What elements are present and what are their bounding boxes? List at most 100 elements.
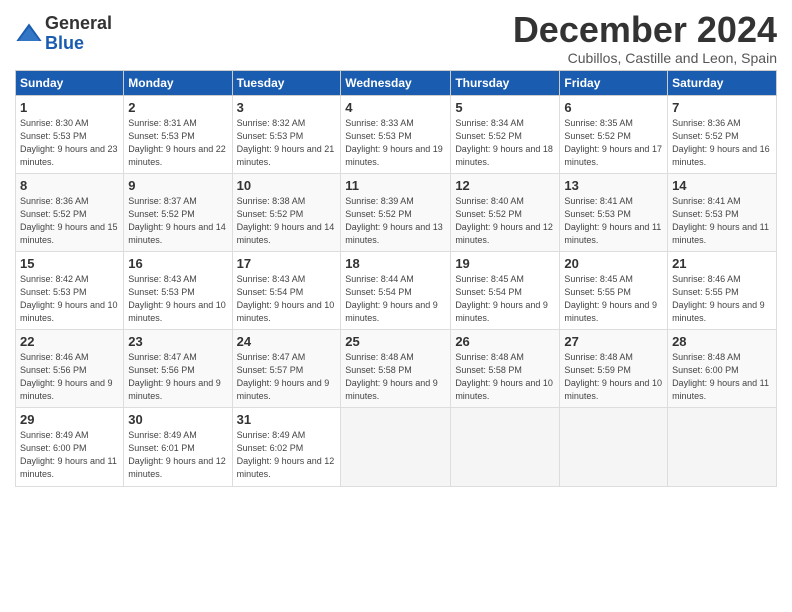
table-row	[341, 408, 451, 486]
table-row: 6 Sunrise: 8:35 AMSunset: 5:52 PMDaylight…	[560, 95, 668, 173]
table-row: 5Sunrise: 8:34 AMSunset: 5:52 PMDaylight…	[451, 95, 560, 173]
day-number: 27	[564, 334, 663, 349]
col-wednesday: Wednesday	[341, 70, 451, 95]
logo-general: General	[45, 14, 112, 34]
calendar-week-2: 15Sunrise: 8:42 AMSunset: 5:53 PMDayligh…	[16, 251, 777, 329]
table-row: 30Sunrise: 8:49 AMSunset: 6:01 PMDayligh…	[124, 408, 232, 486]
day-number: 23	[128, 334, 227, 349]
day-number: 4	[345, 100, 446, 115]
table-row: 21Sunrise: 8:46 AMSunset: 5:55 PMDayligh…	[668, 251, 777, 329]
col-saturday: Saturday	[668, 70, 777, 95]
logo-text: General Blue	[45, 14, 112, 54]
day-info: Sunrise: 8:46 AMSunset: 5:56 PMDaylight:…	[20, 351, 119, 403]
day-number: 21	[672, 256, 772, 271]
day-number: 29	[20, 412, 119, 427]
table-row: 27 Sunrise: 8:48 AMSunset: 5:59 PMDayligh…	[560, 330, 668, 408]
table-row: 8Sunrise: 8:36 AMSunset: 5:52 PMDaylight…	[16, 173, 124, 251]
day-info: Sunrise: 8:40 AMSunset: 5:52 PMDaylight:…	[455, 195, 555, 247]
day-number: 14	[672, 178, 772, 193]
day-info: Sunrise: 8:39 AMSunset: 5:52 PMDaylight:…	[345, 195, 446, 247]
day-number: 17	[237, 256, 337, 271]
table-row: 23 Sunrise: 8:47 AMSunset: 5:56 PMDayligh…	[124, 330, 232, 408]
day-number: 16	[128, 256, 227, 271]
day-number: 30	[128, 412, 227, 427]
table-row	[451, 408, 560, 486]
title-block: December 2024 Cubillos, Castille and Leo…	[513, 10, 777, 66]
table-row: 12 Sunrise: 8:40 AMSunset: 5:52 PMDayligh…	[451, 173, 560, 251]
col-tuesday: Tuesday	[232, 70, 341, 95]
day-info: Sunrise: 8:47 AMSunset: 5:57 PMDaylight:…	[237, 351, 337, 403]
day-info: Sunrise: 8:48 AMSunset: 5:58 PMDaylight:…	[455, 351, 555, 403]
day-number: 12	[455, 178, 555, 193]
day-number: 19	[455, 256, 555, 271]
table-row: 2Sunrise: 8:31 AMSunset: 5:53 PMDaylight…	[124, 95, 232, 173]
day-number: 31	[237, 412, 337, 427]
day-number: 7	[672, 100, 772, 115]
table-row: 19 Sunrise: 8:45 AMSunset: 5:54 PMDayligh…	[451, 251, 560, 329]
day-number: 9	[128, 178, 227, 193]
table-row: 28 Sunrise: 8:48 AMSunset: 6:00 PMDayligh…	[668, 330, 777, 408]
logo-blue: Blue	[45, 34, 112, 54]
day-info: Sunrise: 8:43 AMSunset: 5:54 PMDaylight:…	[237, 273, 337, 325]
table-row: 22 Sunrise: 8:46 AMSunset: 5:56 PMDayligh…	[16, 330, 124, 408]
day-number: 11	[345, 178, 446, 193]
col-thursday: Thursday	[451, 70, 560, 95]
table-row: 29Sunrise: 8:49 AMSunset: 6:00 PMDayligh…	[16, 408, 124, 486]
table-row: 7 Sunrise: 8:36 AMSunset: 5:52 PMDaylight…	[668, 95, 777, 173]
table-row: 24Sunrise: 8:47 AMSunset: 5:57 PMDayligh…	[232, 330, 341, 408]
day-number: 26	[455, 334, 555, 349]
day-info: Sunrise: 8:30 AMSunset: 5:53 PMDaylight:…	[20, 117, 119, 169]
header: General Blue December 2024 Cubillos, Cas…	[15, 10, 777, 66]
day-number: 28	[672, 334, 772, 349]
calendar-table: Sunday Monday Tuesday Wednesday Thursday…	[15, 70, 777, 487]
location: Cubillos, Castille and Leon, Spain	[513, 50, 777, 66]
day-number: 18	[345, 256, 446, 271]
day-number: 22	[20, 334, 119, 349]
day-info: Sunrise: 8:37 AMSunset: 5:52 PMDaylight:…	[128, 195, 227, 247]
table-row: 31 Sunrise: 8:49 AMSunset: 6:02 PMDayligh…	[232, 408, 341, 486]
day-number: 15	[20, 256, 119, 271]
day-info: Sunrise: 8:36 AMSunset: 5:52 PMDaylight:…	[672, 117, 772, 169]
col-friday: Friday	[560, 70, 668, 95]
day-info: Sunrise: 8:41 AMSunset: 5:53 PMDaylight:…	[564, 195, 663, 247]
day-number: 10	[237, 178, 337, 193]
day-info: Sunrise: 8:49 AMSunset: 6:02 PMDaylight:…	[237, 429, 337, 481]
day-info: Sunrise: 8:48 AMSunset: 6:00 PMDaylight:…	[672, 351, 772, 403]
day-info: Sunrise: 8:38 AMSunset: 5:52 PMDaylight:…	[237, 195, 337, 247]
day-info: Sunrise: 8:48 AMSunset: 5:58 PMDaylight:…	[345, 351, 446, 403]
day-info: Sunrise: 8:47 AMSunset: 5:56 PMDaylight:…	[128, 351, 227, 403]
day-number: 3	[237, 100, 337, 115]
table-row: 10 Sunrise: 8:38 AMSunset: 5:52 PMDayligh…	[232, 173, 341, 251]
table-row	[668, 408, 777, 486]
day-info: Sunrise: 8:48 AMSunset: 5:59 PMDaylight:…	[564, 351, 663, 403]
table-row: 25Sunrise: 8:48 AMSunset: 5:58 PMDayligh…	[341, 330, 451, 408]
table-row	[560, 408, 668, 486]
table-row: 17 Sunrise: 8:43 AMSunset: 5:54 PMDayligh…	[232, 251, 341, 329]
table-row: 13 Sunrise: 8:41 AMSunset: 5:53 PMDayligh…	[560, 173, 668, 251]
day-number: 6	[564, 100, 663, 115]
col-sunday: Sunday	[16, 70, 124, 95]
day-number: 2	[128, 100, 227, 115]
day-info: Sunrise: 8:33 AMSunset: 5:53 PMDaylight:…	[345, 117, 446, 169]
calendar-week-1: 8Sunrise: 8:36 AMSunset: 5:52 PMDaylight…	[16, 173, 777, 251]
day-info: Sunrise: 8:36 AMSunset: 5:52 PMDaylight:…	[20, 195, 119, 247]
day-info: Sunrise: 8:45 AMSunset: 5:55 PMDaylight:…	[564, 273, 663, 325]
calendar-week-4: 29Sunrise: 8:49 AMSunset: 6:00 PMDayligh…	[16, 408, 777, 486]
day-info: Sunrise: 8:41 AMSunset: 5:53 PMDaylight:…	[672, 195, 772, 247]
table-row: 1Sunrise: 8:30 AMSunset: 5:53 PMDaylight…	[16, 95, 124, 173]
day-info: Sunrise: 8:32 AMSunset: 5:53 PMDaylight:…	[237, 117, 337, 169]
day-number: 13	[564, 178, 663, 193]
day-info: Sunrise: 8:43 AMSunset: 5:53 PMDaylight:…	[128, 273, 227, 325]
table-row: 15Sunrise: 8:42 AMSunset: 5:53 PMDayligh…	[16, 251, 124, 329]
table-row: 20Sunrise: 8:45 AMSunset: 5:55 PMDayligh…	[560, 251, 668, 329]
logo-icon	[15, 20, 43, 48]
day-info: Sunrise: 8:35 AMSunset: 5:52 PMDaylight:…	[564, 117, 663, 169]
table-row: 11 Sunrise: 8:39 AMSunset: 5:52 PMDayligh…	[341, 173, 451, 251]
table-row: 14 Sunrise: 8:41 AMSunset: 5:53 PMDayligh…	[668, 173, 777, 251]
header-row: Sunday Monday Tuesday Wednesday Thursday…	[16, 70, 777, 95]
month-title: December 2024	[513, 10, 777, 50]
day-info: Sunrise: 8:45 AMSunset: 5:54 PMDaylight:…	[455, 273, 555, 325]
table-row: 16 Sunrise: 8:43 AMSunset: 5:53 PMDayligh…	[124, 251, 232, 329]
logo: General Blue	[15, 14, 112, 54]
calendar-week-0: 1Sunrise: 8:30 AMSunset: 5:53 PMDaylight…	[16, 95, 777, 173]
